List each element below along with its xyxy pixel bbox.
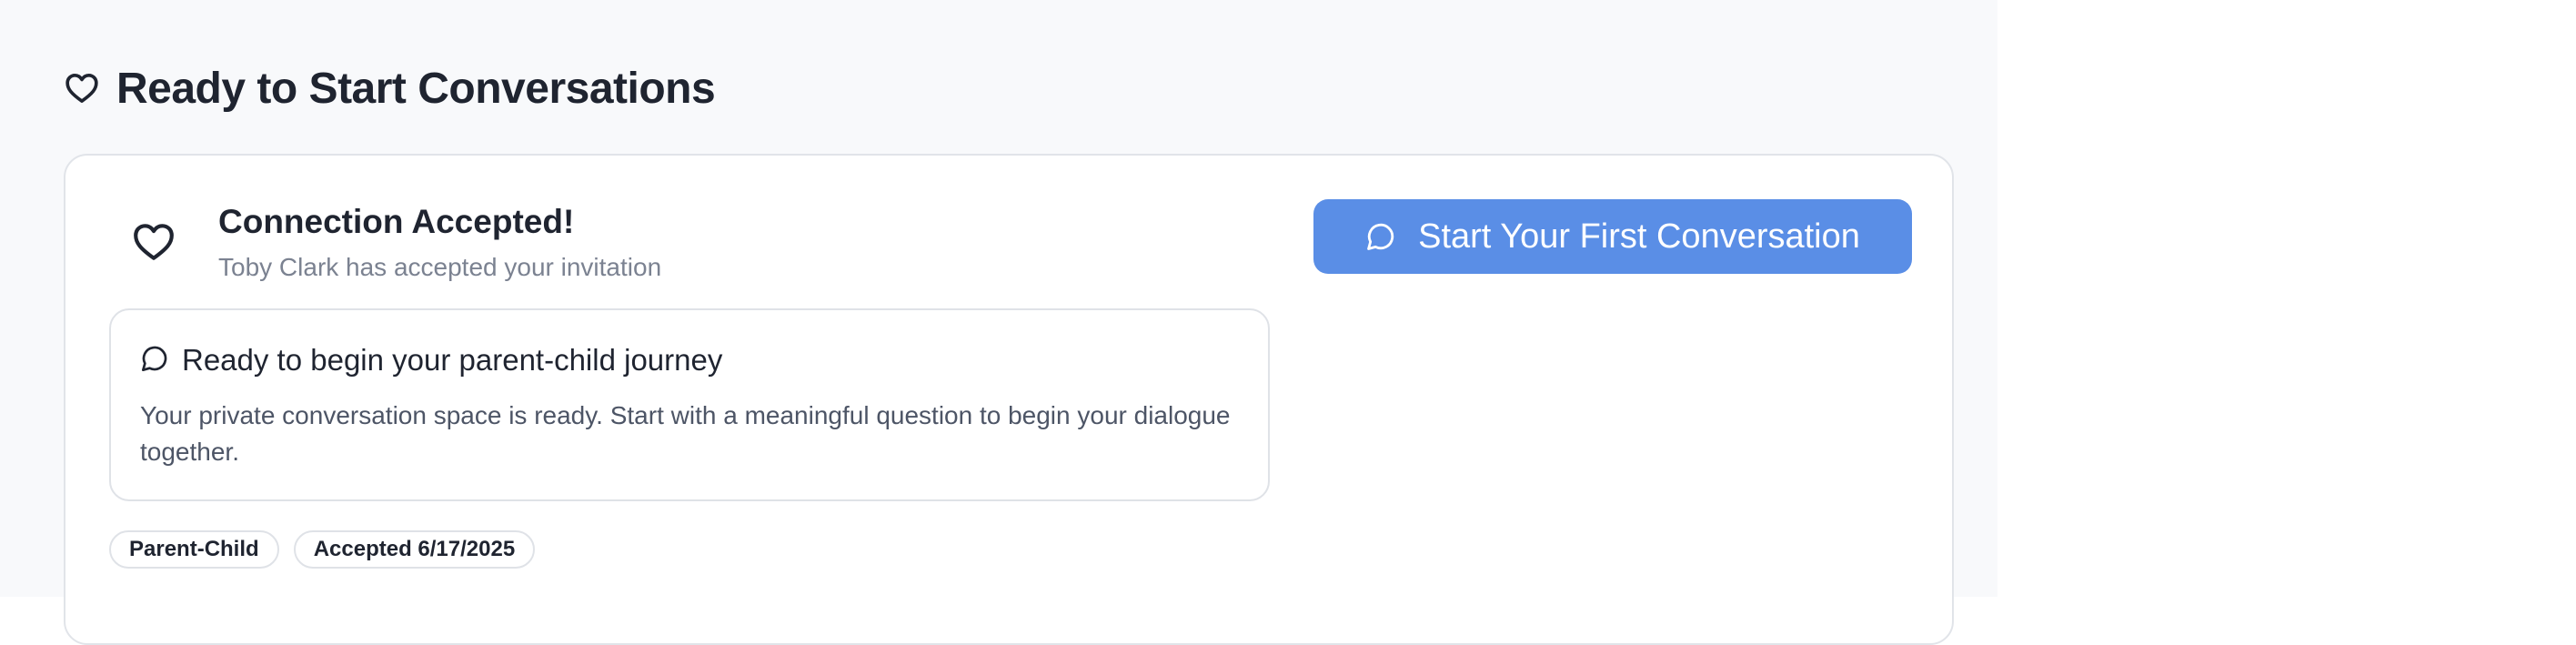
start-button-label: Start Your First Conversation — [1418, 217, 1860, 256]
tag-list: Parent-Child Accepted 6/17/2025 — [109, 530, 536, 569]
relationship-tag: Parent-Child — [109, 530, 279, 569]
heart-icon — [131, 219, 176, 265]
connection-subtitle: Toby Clark has accepted your invitation — [218, 253, 662, 281]
chat-bubble-icon — [140, 344, 169, 378]
info-body: Your private conversation space is ready… — [140, 401, 1231, 466]
accepted-date-tag: Accepted 6/17/2025 — [293, 530, 536, 569]
heart-icon — [64, 70, 100, 106]
info-heading: Ready to begin your parent-child journey — [140, 343, 722, 378]
page-title: Ready to Start Conversations — [116, 64, 716, 113]
chat-bubble-icon — [1365, 221, 1396, 252]
info-box: Ready to begin your parent-child journey… — [109, 308, 1270, 501]
info-heading-text: Ready to begin your parent-child journey — [182, 343, 723, 377]
connection-title: Connection Accepted! — [218, 203, 575, 240]
connection-card: Connection Accepted! Toby Clark has acce… — [64, 154, 1954, 645]
section-header: Ready to Start Conversations — [64, 58, 716, 118]
start-first-conversation-button[interactable]: Start Your First Conversation — [1313, 199, 1912, 274]
